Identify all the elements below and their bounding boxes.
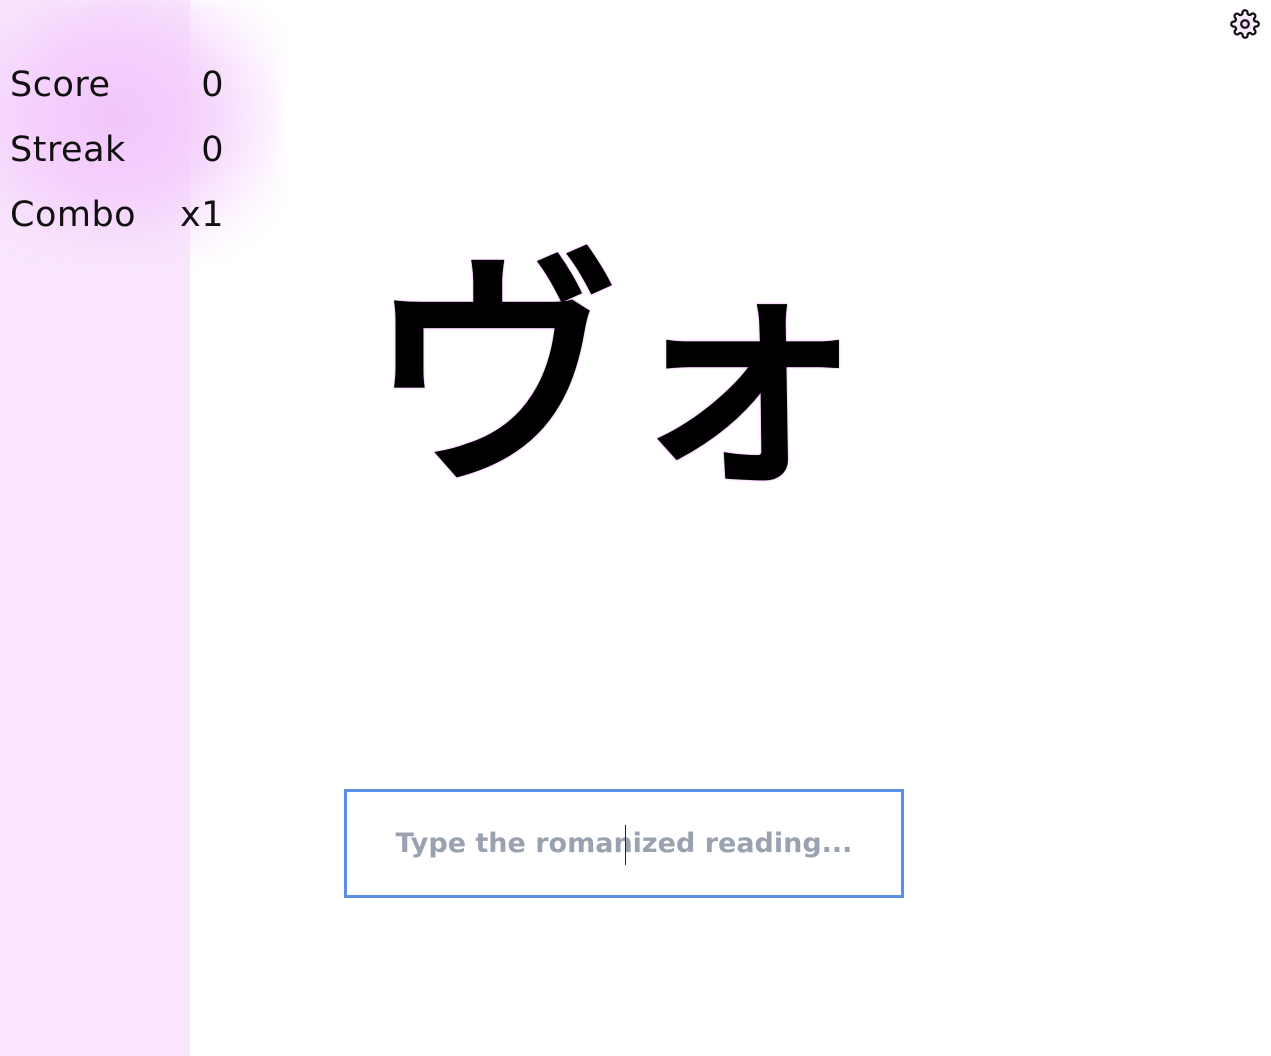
stat-score-value: 0 (201, 64, 224, 105)
settings-button[interactable] (1228, 7, 1262, 41)
stat-score: Score 0 (10, 52, 224, 117)
stat-streak: Streak 0 (10, 117, 224, 182)
stat-combo: Combo x1 (10, 182, 224, 247)
gear-icon (1230, 9, 1260, 39)
text-caret (625, 825, 626, 865)
stats-panel: Score 0 Streak 0 Combo x1 (10, 52, 224, 247)
stat-score-label: Score (10, 64, 111, 105)
stat-combo-value: x1 (180, 194, 224, 235)
stat-streak-value: 0 (201, 129, 224, 170)
answer-box[interactable] (344, 789, 904, 898)
stat-streak-label: Streak (10, 129, 126, 170)
kana-prompt: ヴォ (370, 229, 870, 520)
stat-combo-label: Combo (10, 194, 137, 235)
kana-prompt-area: ヴォ (340, 215, 900, 535)
answer-input[interactable] (347, 792, 901, 895)
